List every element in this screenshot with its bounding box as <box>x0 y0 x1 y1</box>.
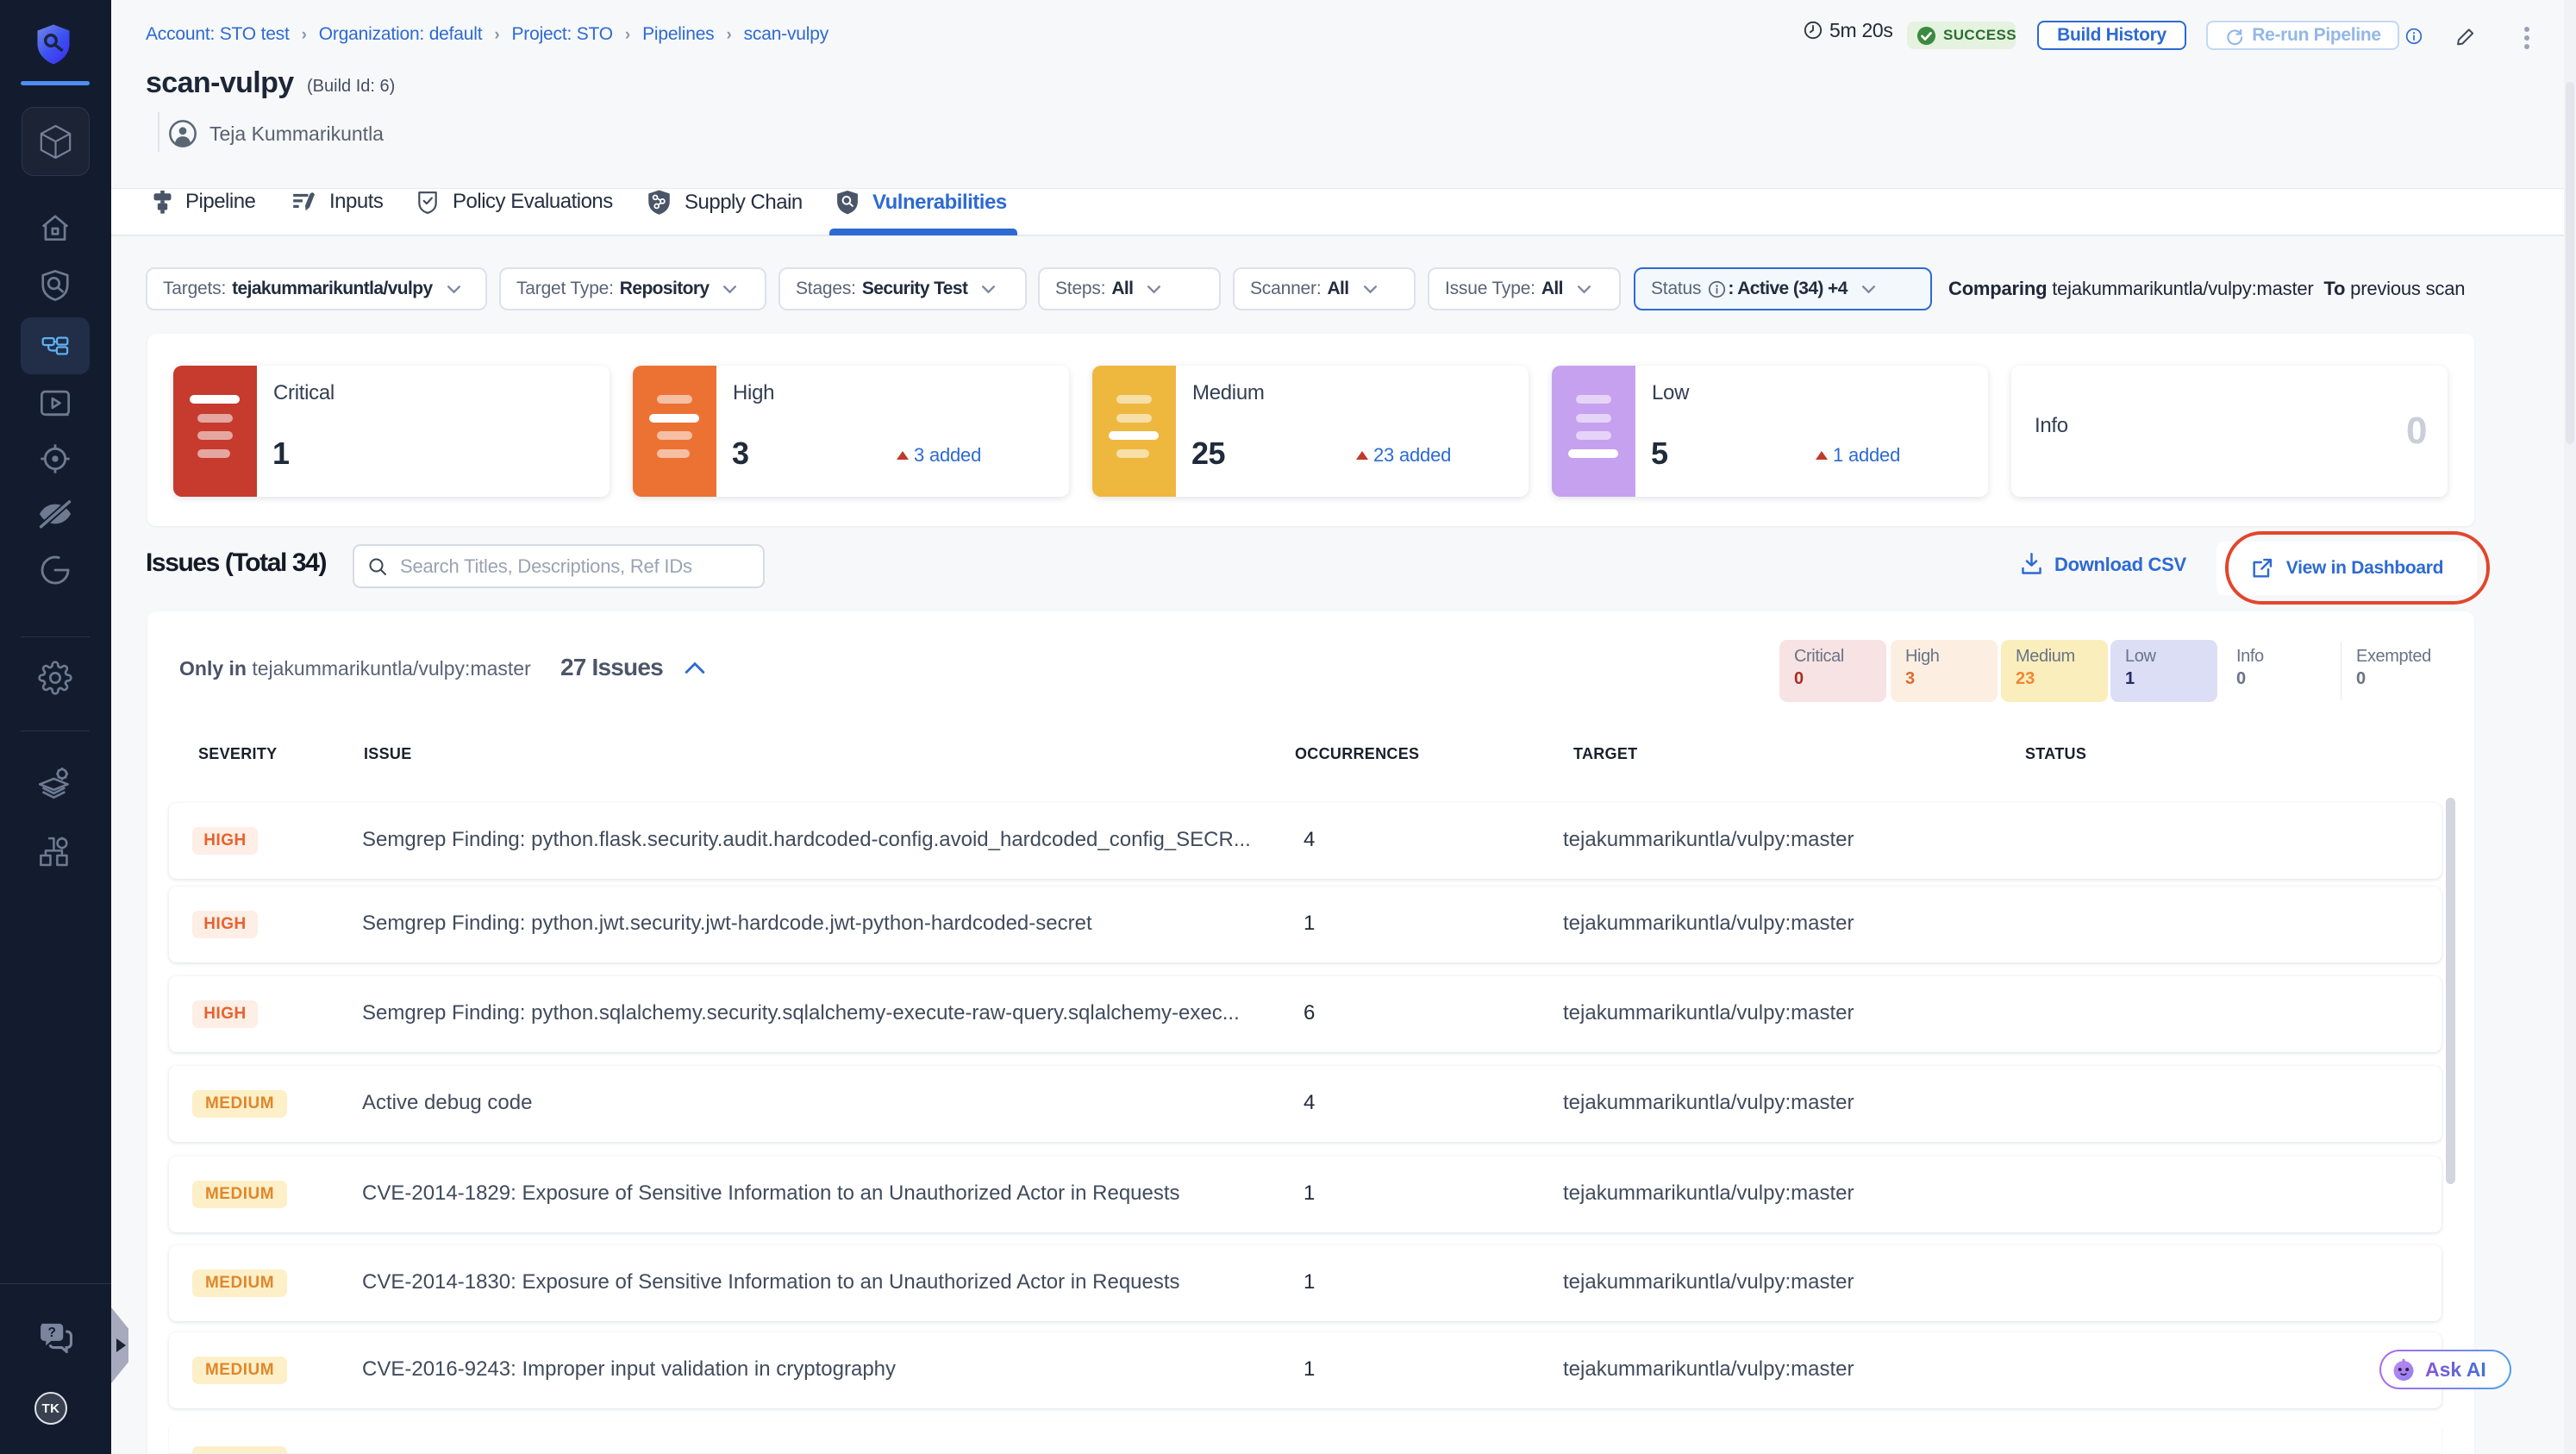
svg-text:?: ? <box>47 1326 55 1340</box>
